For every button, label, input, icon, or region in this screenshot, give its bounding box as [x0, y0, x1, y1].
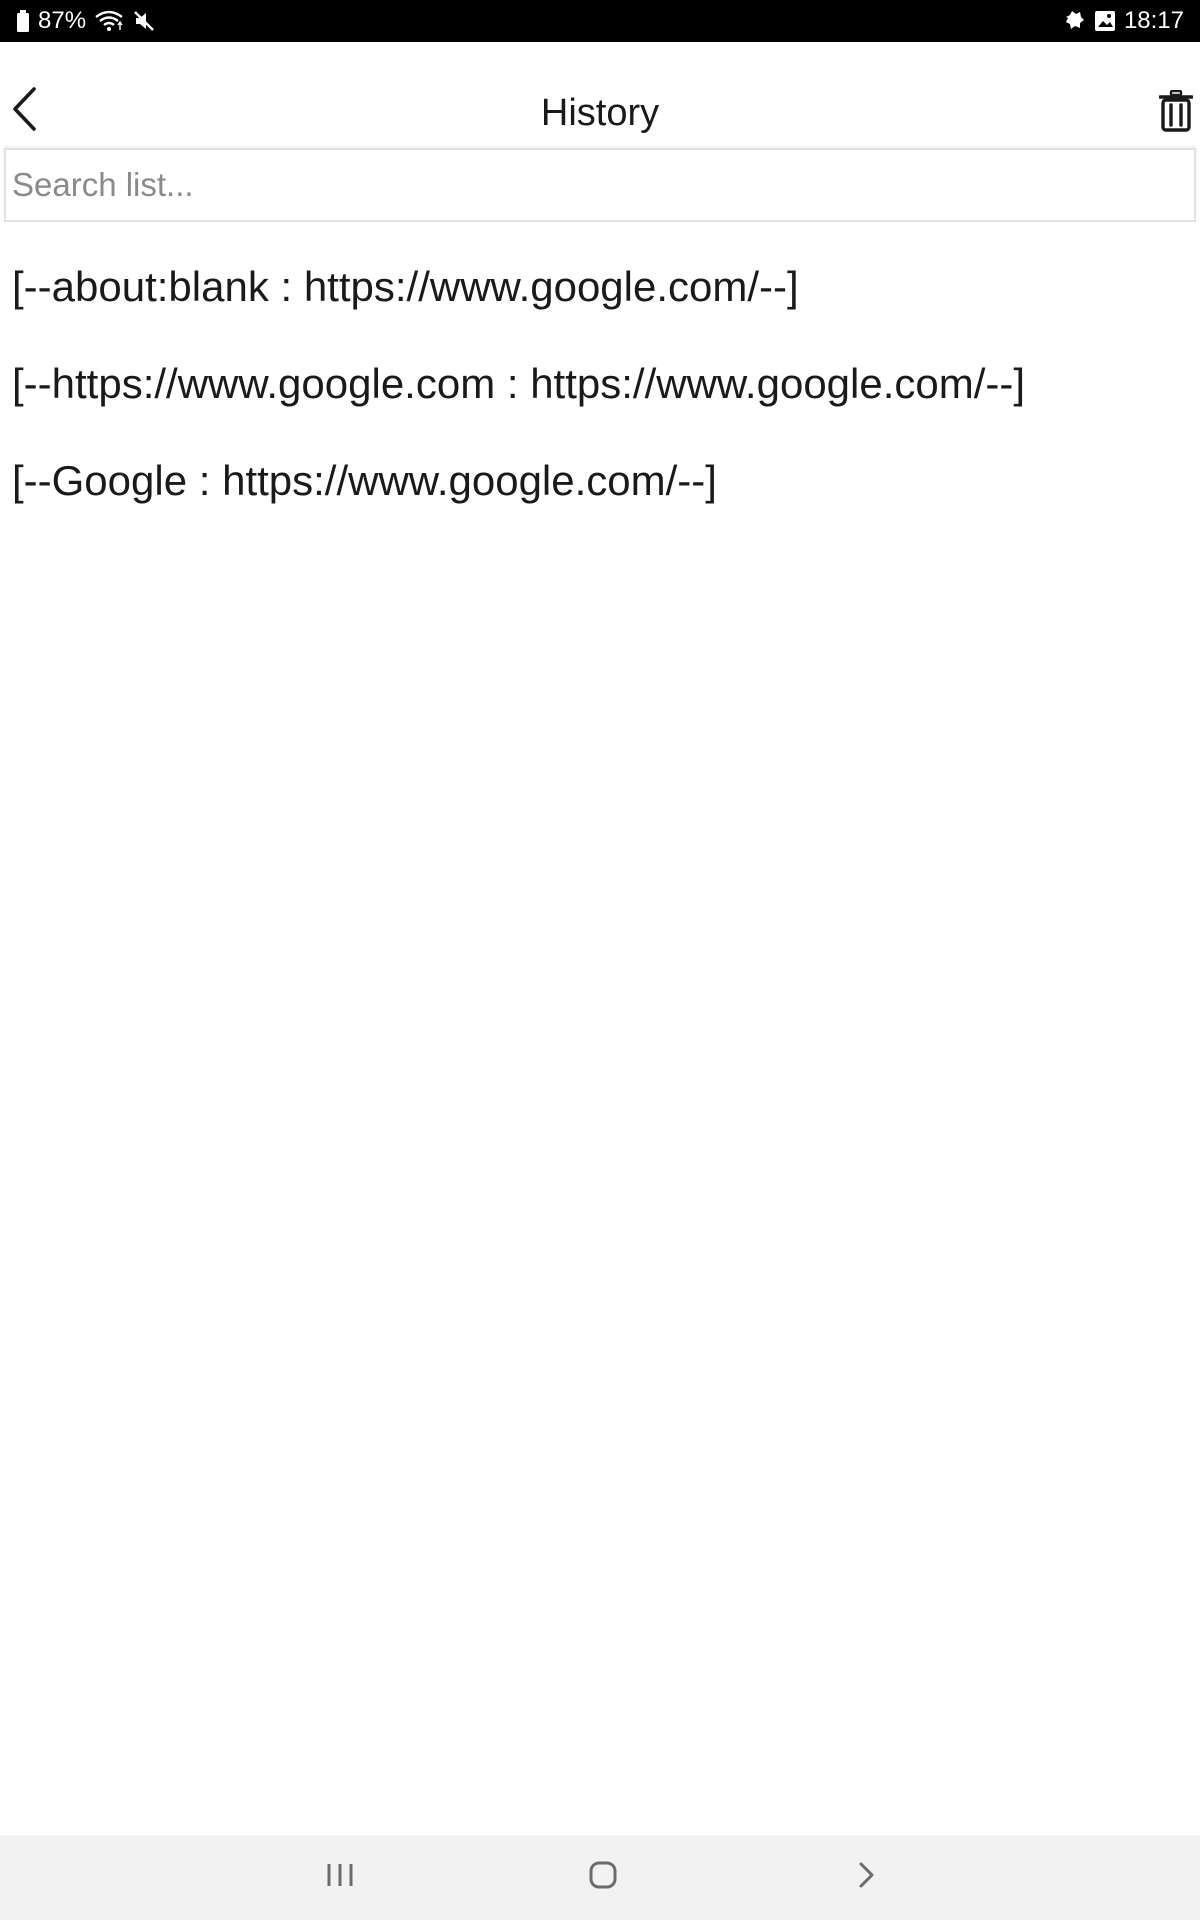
image-icon: [1094, 10, 1116, 32]
clear-history-button[interactable]: [1156, 89, 1196, 137]
history-item[interactable]: [--Google : https://www.google.com/--]: [0, 446, 1200, 543]
search-input[interactable]: [6, 150, 1194, 220]
battery-percent: 87%: [38, 7, 87, 34]
recents-icon: [325, 1861, 355, 1894]
notification-icon: [1062, 9, 1086, 33]
trash-icon: [1158, 89, 1194, 137]
history-item[interactable]: [--https://www.google.com : https://www.…: [0, 349, 1200, 446]
home-icon: [588, 1860, 618, 1895]
page-title: History: [540, 92, 660, 134]
history-screen: 87% 18:17 History Search list... [--abou…: [0, 0, 1200, 1920]
battery-icon: [16, 10, 30, 32]
mute-icon: [132, 9, 156, 33]
back-icon: [855, 1860, 877, 1895]
nav-back-button[interactable]: [826, 1835, 906, 1920]
search-box: [4, 148, 1196, 222]
wifi-icon: [94, 9, 124, 33]
recents-button[interactable]: [300, 1835, 380, 1920]
home-button[interactable]: [563, 1835, 643, 1920]
history-list: [--about:blank : https://www.google.com/…: [0, 252, 1200, 543]
status-bar: 87% 18:17: [0, 0, 1200, 42]
status-right: 18:17: [1062, 7, 1184, 35]
status-left: 87%: [16, 7, 156, 35]
system-nav-bar: [0, 1835, 1200, 1920]
history-item[interactable]: [--about:blank : https://www.google.com/…: [0, 252, 1200, 349]
app-header: History: [0, 42, 1200, 148]
clock: 18:17: [1123, 7, 1184, 34]
